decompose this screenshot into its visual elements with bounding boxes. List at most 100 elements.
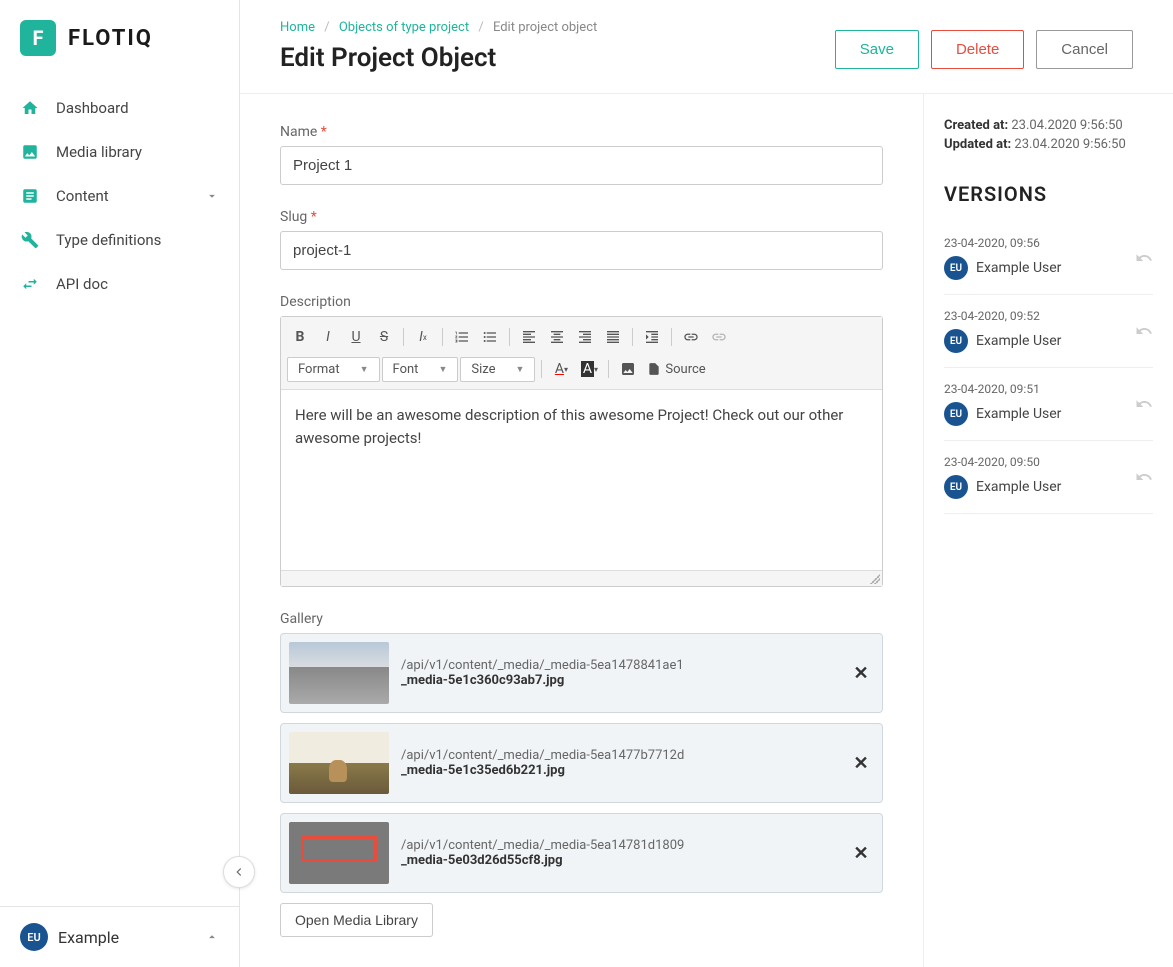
- sidebar-item-media[interactable]: Media library: [0, 130, 239, 174]
- user-avatar: EU: [944, 475, 968, 499]
- sidebar-item-label: Media library: [56, 143, 142, 161]
- sidebar-collapse-button[interactable]: [223, 856, 255, 888]
- gallery-filename: _media-5e1c360c93ab7.jpg: [401, 673, 836, 688]
- version-date: 23-04-2020, 09:51: [944, 382, 1061, 396]
- cancel-button[interactable]: Cancel: [1036, 30, 1133, 69]
- logo-text: FLOTIQ: [68, 26, 153, 51]
- remove-gallery-item-button[interactable]: ✕: [848, 840, 874, 866]
- version-item[interactable]: 23-04-2020, 09:51 EU Example User: [944, 368, 1153, 441]
- versions-heading: VERSIONS: [944, 182, 1153, 206]
- gallery-info: /api/v1/content/_media/_media-5ea14781d1…: [401, 838, 836, 868]
- breadcrumb: Home / Objects of type project / Edit pr…: [280, 20, 597, 35]
- gallery-filename: _media-5e03d26d55cf8.jpg: [401, 853, 836, 868]
- source-button[interactable]: Source: [643, 356, 709, 382]
- bold-button[interactable]: B: [287, 324, 313, 350]
- align-right-button[interactable]: [572, 324, 598, 350]
- action-bar: Save Delete Cancel: [835, 30, 1133, 69]
- align-center-button[interactable]: [544, 324, 570, 350]
- version-item[interactable]: 23-04-2020, 09:52 EU Example User: [944, 295, 1153, 368]
- align-justify-button[interactable]: [600, 324, 626, 350]
- remove-gallery-item-button[interactable]: ✕: [848, 660, 874, 686]
- indent-button[interactable]: [639, 324, 665, 350]
- gallery-info: /api/v1/content/_media/_media-5ea1477b77…: [401, 748, 836, 778]
- slug-input[interactable]: [280, 231, 883, 270]
- sidebar-item-content[interactable]: Content: [0, 174, 239, 218]
- editor-resize-handle[interactable]: [281, 570, 882, 586]
- image-button[interactable]: [615, 356, 641, 382]
- bg-color-button[interactable]: A▾: [576, 356, 602, 382]
- description-label: Description: [280, 294, 883, 310]
- editor-toolbar: B I U S Ix: [281, 317, 882, 390]
- name-label: Name *: [280, 124, 883, 140]
- version-user: EU Example User: [944, 329, 1061, 353]
- font-select[interactable]: Font▼: [382, 357, 459, 382]
- sidebar-item-label: Type definitions: [56, 231, 161, 249]
- user-avatar: EU: [944, 329, 968, 353]
- right-panel: Created at: 23.04.2020 9:56:50 Updated a…: [923, 94, 1173, 967]
- topbar: Home / Objects of type project / Edit pr…: [240, 0, 1173, 94]
- breadcrumb-home[interactable]: Home: [280, 20, 315, 35]
- version-user: EU Example User: [944, 475, 1061, 499]
- bullet-list-button[interactable]: [477, 324, 503, 350]
- text-color-button[interactable]: A▾: [548, 356, 574, 382]
- gallery-path: /api/v1/content/_media/_media-5ea14781d1…: [401, 838, 836, 853]
- align-left-button[interactable]: [516, 324, 542, 350]
- save-button[interactable]: Save: [835, 30, 919, 69]
- sidebar-item-types[interactable]: Type definitions: [0, 218, 239, 262]
- created-at: Created at: 23.04.2020 9:56:50: [944, 118, 1153, 133]
- open-media-library-button[interactable]: Open Media Library: [280, 903, 433, 937]
- gallery-item[interactable]: /api/v1/content/_media/_media-5ea14781d1…: [280, 813, 883, 893]
- name-input[interactable]: [280, 146, 883, 185]
- sidebar-item-label: API doc: [56, 275, 108, 293]
- version-item[interactable]: 23-04-2020, 09:56 EU Example User: [944, 222, 1153, 295]
- version-user: EU Example User: [944, 256, 1061, 280]
- revert-icon[interactable]: [1135, 468, 1153, 486]
- sidebar-item-api[interactable]: API doc: [0, 262, 239, 306]
- revert-icon[interactable]: [1135, 322, 1153, 340]
- gallery-filename: _media-5e1c35ed6b221.jpg: [401, 763, 836, 778]
- updated-at: Updated at: 23.04.2020 9:56:50: [944, 137, 1153, 152]
- page-title: Edit Project Object: [280, 43, 597, 73]
- delete-button[interactable]: Delete: [931, 30, 1024, 69]
- sidebar: F FLOTIQ Dashboard Media library Conte: [0, 0, 240, 967]
- chevron-down-icon: [205, 189, 219, 203]
- chevron-up-icon: [205, 930, 219, 944]
- link-button[interactable]: [678, 324, 704, 350]
- clear-format-button[interactable]: Ix: [410, 324, 436, 350]
- ordered-list-button[interactable]: [449, 324, 475, 350]
- remove-gallery-item-button[interactable]: ✕: [848, 750, 874, 776]
- logo-mark-icon: F: [20, 20, 56, 56]
- editor-content[interactable]: Here will be an awesome description of t…: [281, 390, 882, 570]
- sidebar-item-dashboard[interactable]: Dashboard: [0, 86, 239, 130]
- user-menu[interactable]: EU Example: [0, 906, 239, 967]
- gallery-path: /api/v1/content/_media/_media-5ea1477b77…: [401, 748, 836, 763]
- unlink-button[interactable]: [706, 324, 732, 350]
- underline-button[interactable]: U: [343, 324, 369, 350]
- form-area: Name * Slug * Description B I U: [240, 94, 923, 967]
- version-item[interactable]: 23-04-2020, 09:50 EU Example User: [944, 441, 1153, 514]
- version-user: EU Example User: [944, 402, 1061, 426]
- gallery-item[interactable]: /api/v1/content/_media/_media-5ea1477b77…: [280, 723, 883, 803]
- gallery-thumbnail: [289, 822, 389, 884]
- revert-icon[interactable]: [1135, 395, 1153, 413]
- gallery-path: /api/v1/content/_media/_media-5ea1478841…: [401, 658, 836, 673]
- revert-icon[interactable]: [1135, 249, 1153, 267]
- nav-list: Dashboard Media library Content: [0, 76, 239, 316]
- swap-icon: [20, 274, 40, 294]
- version-date: 23-04-2020, 09:56: [944, 236, 1061, 250]
- gallery-info: /api/v1/content/_media/_media-5ea1478841…: [401, 658, 836, 688]
- wrench-icon: [20, 230, 40, 250]
- gallery-thumbnail: [289, 642, 389, 704]
- strikethrough-button[interactable]: S: [371, 324, 397, 350]
- gallery-label: Gallery: [280, 611, 883, 627]
- version-date: 23-04-2020, 09:50: [944, 455, 1061, 469]
- italic-button[interactable]: I: [315, 324, 341, 350]
- logo[interactable]: F FLOTIQ: [0, 0, 239, 76]
- user-avatar: EU: [20, 923, 48, 951]
- document-icon: [20, 186, 40, 206]
- gallery-thumbnail: [289, 732, 389, 794]
- breadcrumb-objects[interactable]: Objects of type project: [339, 20, 469, 35]
- gallery-item[interactable]: /api/v1/content/_media/_media-5ea1478841…: [280, 633, 883, 713]
- format-select[interactable]: Format▼: [287, 357, 380, 382]
- size-select[interactable]: Size▼: [460, 357, 535, 382]
